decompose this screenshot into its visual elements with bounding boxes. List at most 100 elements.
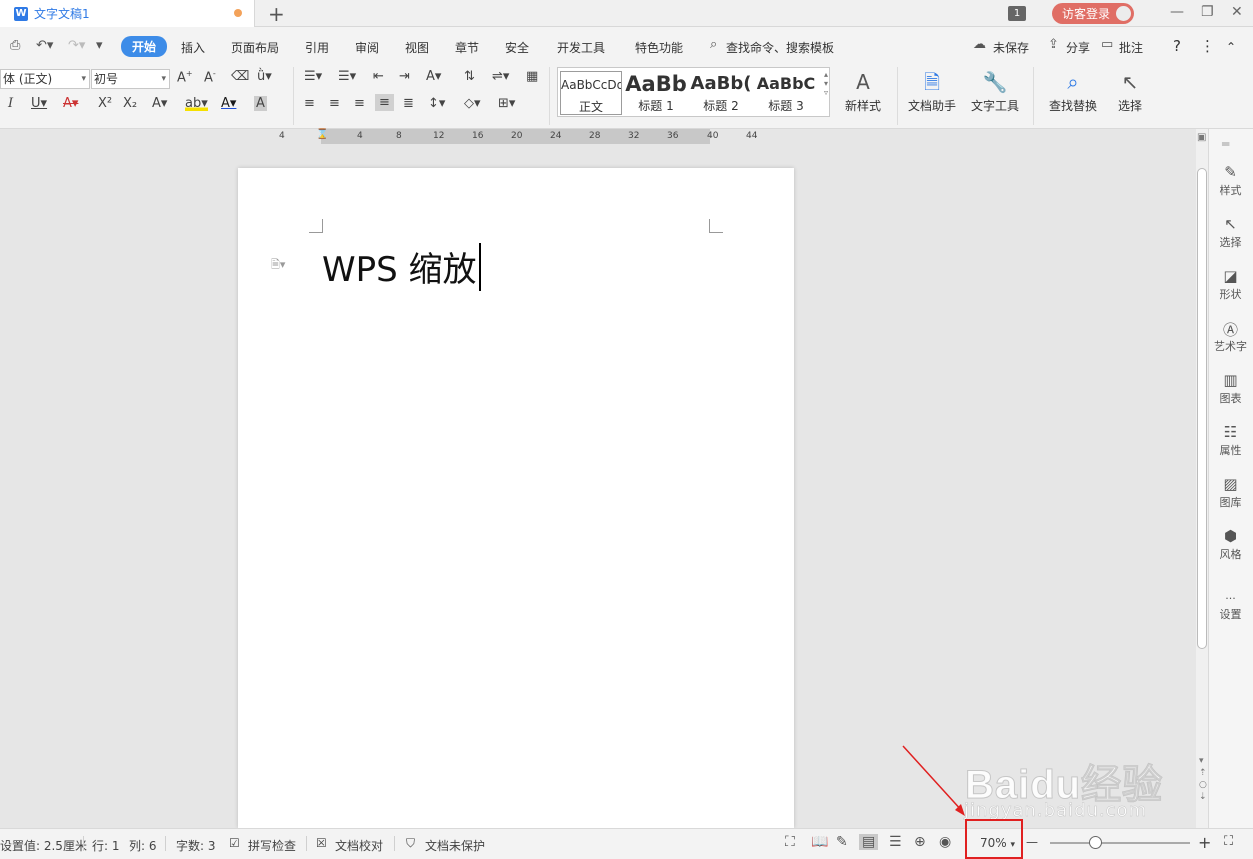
style-heading-3[interactable]: AaBbC 标题 3 [754, 71, 818, 115]
pen-mode-icon[interactable]: ✎ [836, 834, 848, 850]
borders-icon[interactable]: ⊞▾ [498, 96, 515, 111]
sidebar-item-theme[interactable]: ⬢ 风格 [1208, 527, 1253, 562]
print-preview-icon[interactable]: ⎙ [10, 38, 20, 53]
style-normal[interactable]: AaBbCcDd 正文 [560, 71, 622, 115]
zoom-slider-track[interactable] [1050, 842, 1190, 844]
grow-font-icon[interactable]: A+ [177, 69, 193, 85]
tab-references[interactable]: 引用 [305, 39, 329, 56]
highlight-icon[interactable]: ab▾ [185, 96, 208, 111]
font-color-icon[interactable]: A▾ [221, 96, 236, 111]
collapse-ribbon-button[interactable]: ⌃ [1226, 40, 1236, 54]
font-name-select[interactable]: 体 (正文) ▾ [0, 69, 90, 89]
eye-protection-icon[interactable]: ◉ [939, 834, 951, 850]
tab-insert[interactable]: 插入 [181, 39, 205, 56]
sidebar-item-properties[interactable]: ☷ 属性 [1208, 423, 1253, 458]
redo-icon[interactable]: ↷▾ [68, 38, 85, 53]
margin-setting-status[interactable]: 设置值: 2.5厘米 [0, 837, 87, 854]
justify-icon[interactable]: ≡ [375, 94, 394, 111]
shading-icon[interactable]: ◇▾ [464, 96, 481, 111]
decrease-indent-icon[interactable]: ⇤ [373, 69, 384, 84]
zoom-level-select[interactable]: 70% ▾ [980, 836, 1015, 850]
line-break-icon[interactable]: ⇌▾ [492, 69, 509, 84]
font-size-select[interactable]: 初号 ▾ [91, 69, 170, 89]
sidebar-item-wordart[interactable]: Ⓐ 艺术字 [1208, 319, 1253, 354]
style-heading-1[interactable]: AaBb 标题 1 [624, 71, 688, 115]
comment-button[interactable]: 批注 [1119, 39, 1143, 56]
word-count-status[interactable]: 字数: 3 [176, 837, 216, 854]
style-heading-2[interactable]: AaBb( 标题 2 [689, 71, 753, 115]
find-replace-button[interactable]: ⌕ 查找替换 [1043, 67, 1103, 114]
tab-page-layout[interactable]: 页面布局 [231, 39, 279, 56]
web-view-icon[interactable]: ⊕ [914, 834, 926, 850]
doc-proof-button[interactable]: 文档校对 [335, 837, 383, 854]
document-tab[interactable]: W 文字文稿1 [0, 0, 255, 27]
sidebar-item-settings[interactable]: ··· 设置 [1208, 592, 1253, 622]
command-search[interactable]: 查找命令、搜索模板 [726, 39, 834, 56]
strikethrough-icon[interactable]: A▾ [63, 96, 78, 111]
text-tools-button[interactable]: 🔧 文字工具 [965, 67, 1025, 114]
sort-icon[interactable]: ⇅ [464, 69, 475, 84]
text-effect-icon[interactable]: A▾ [152, 96, 167, 111]
gallery-scroll-icon[interactable]: ▴ ▾ ▿ [824, 70, 828, 97]
close-button[interactable]: ✕ [1231, 4, 1243, 20]
superscript-icon[interactable]: X² [98, 96, 112, 111]
increase-indent-icon[interactable]: ⇥ [399, 69, 410, 84]
zoom-in-button[interactable]: + [1198, 833, 1211, 852]
tab-security[interactable]: 安全 [505, 39, 529, 56]
clear-format-icon[interactable]: ⌫ [231, 69, 249, 84]
subscript-icon[interactable]: X₂ [123, 96, 137, 111]
undo-icon[interactable]: ↶▾ [36, 38, 53, 53]
reading-mode-icon[interactable]: 📖 [811, 834, 828, 850]
fullscreen-icon[interactable]: ⛶ [785, 834, 795, 850]
phonetic-guide-icon[interactable]: ǜ▾ [257, 69, 272, 84]
page-view-icon[interactable]: ▤ [859, 834, 879, 850]
zoom-out-button[interactable]: — [1026, 835, 1038, 849]
more-button[interactable]: ⋮ [1200, 37, 1215, 55]
doc-assistant-button[interactable]: 🗎 文档助手 [906, 67, 958, 114]
quick-access-menu-icon[interactable]: ▾ [96, 38, 103, 53]
char-shading-icon[interactable]: A [254, 96, 267, 111]
paragraph-handle-icon[interactable]: 🗎▾ [271, 256, 285, 275]
protection-status[interactable]: 文档未保护 [425, 837, 485, 854]
vertical-scroll-thumb[interactable] [1197, 168, 1207, 649]
underline-icon[interactable]: U▾ [31, 96, 47, 111]
spell-check-button[interactable]: 拼写检查 [248, 837, 296, 854]
align-right-icon[interactable]: ≡ [354, 96, 365, 111]
numbered-list-icon[interactable]: ☰▾ [338, 69, 356, 84]
table-grid-icon[interactable]: ▦ [526, 69, 538, 84]
document-page[interactable]: 🗎▾ WPS 缩放 [238, 168, 794, 828]
zoom-slider-handle[interactable] [1089, 836, 1102, 849]
scroll-up-icon[interactable]: ▣ [1197, 132, 1206, 143]
tab-chapter[interactable]: 章节 [455, 39, 479, 56]
fit-page-icon[interactable]: ⛶ [1224, 834, 1233, 849]
sidebar-grip-icon[interactable]: ═ [1222, 137, 1229, 151]
italic-icon[interactable]: I [8, 96, 13, 111]
tab-review[interactable]: 审阅 [355, 39, 379, 56]
shrink-font-icon[interactable]: A- [204, 69, 216, 85]
tab-developer[interactable]: 开发工具 [557, 39, 605, 56]
select-button[interactable]: ↖ 选择 [1110, 67, 1150, 114]
tab-features[interactable]: 特色功能 [635, 39, 683, 56]
align-center-icon[interactable]: ≡ [329, 96, 340, 111]
sidebar-item-shape[interactable]: ◪ 形状 [1208, 267, 1253, 302]
outline-view-icon[interactable]: ☰ [889, 834, 902, 850]
page-nav-icons[interactable]: ▾ ⇡ ○ ⇣ [1199, 755, 1207, 803]
help-button[interactable]: ? [1173, 37, 1181, 55]
tab-view[interactable]: 视图 [405, 39, 429, 56]
text-direction-icon[interactable]: A▾ [426, 69, 441, 84]
tab-home[interactable]: 开始 [121, 36, 168, 57]
document-body-text[interactable]: WPS 缩放 [322, 243, 481, 291]
unsaved-button[interactable]: 未保存 [993, 39, 1029, 56]
minimize-button[interactable]: — [1170, 4, 1184, 20]
sidebar-item-style[interactable]: ✎ 样式 [1208, 163, 1253, 198]
maximize-button[interactable]: ❐ [1201, 4, 1214, 20]
share-button[interactable]: 分享 [1066, 39, 1090, 56]
bullet-list-icon[interactable]: ☰▾ [304, 69, 322, 84]
indent-marker-icon[interactable]: ⌛ [316, 129, 328, 140]
window-count-badge[interactable]: 1 [1008, 6, 1026, 21]
sidebar-item-select[interactable]: ↖ 选择 [1208, 215, 1253, 250]
new-style-button[interactable]: A 新样式 [840, 67, 886, 114]
distribute-icon[interactable]: ≣ [403, 96, 414, 111]
line-spacing-icon[interactable]: ↕▾ [428, 96, 445, 111]
guest-login-button[interactable]: 访客登录 [1052, 3, 1134, 24]
